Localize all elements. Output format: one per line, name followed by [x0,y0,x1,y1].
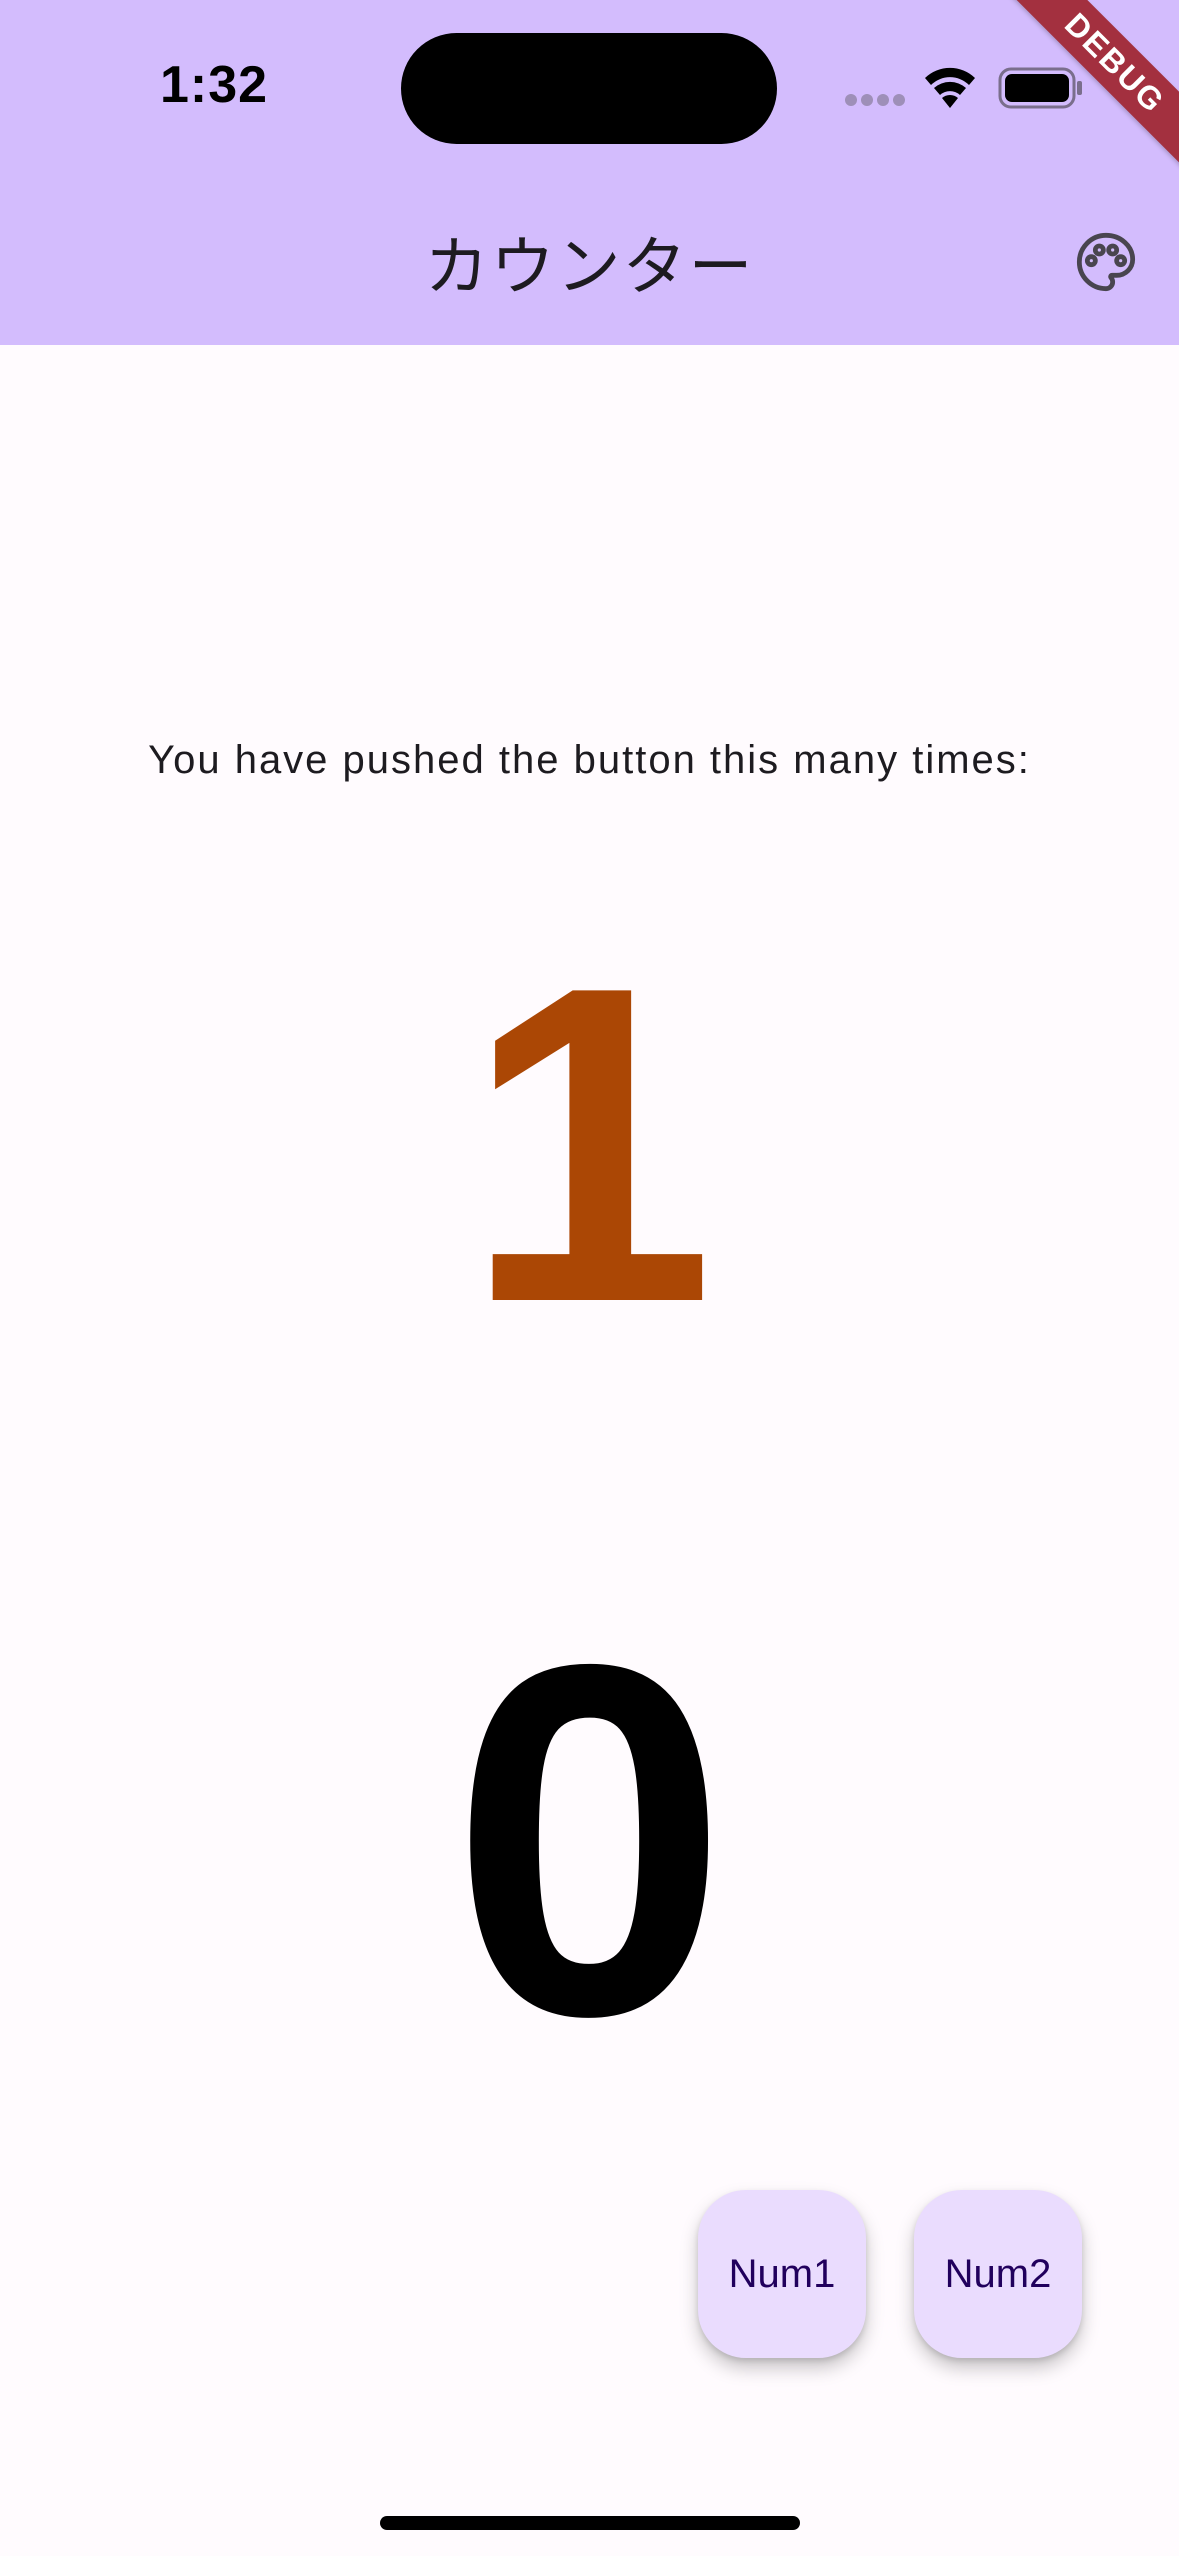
counter-value-num1: 1 [464,894,715,1396]
battery-icon [998,67,1082,109]
num1-button[interactable]: Num1 [698,2190,866,2358]
counter-value-num2: 0 [450,1560,729,2119]
num2-button[interactable]: Num2 [914,2190,1082,2358]
signal-dots-icon [845,94,905,106]
app-title: カウンター [424,231,755,305]
wifi-icon [925,67,975,108]
dynamic-island [401,33,777,144]
theme-palette-button[interactable] [1068,224,1144,300]
home-indicator[interactable] [380,2516,800,2530]
palette-icon [1076,232,1136,292]
counter-prompt: You have pushed the button this many tim… [148,738,1031,782]
status-time: 1:32 [160,56,269,114]
